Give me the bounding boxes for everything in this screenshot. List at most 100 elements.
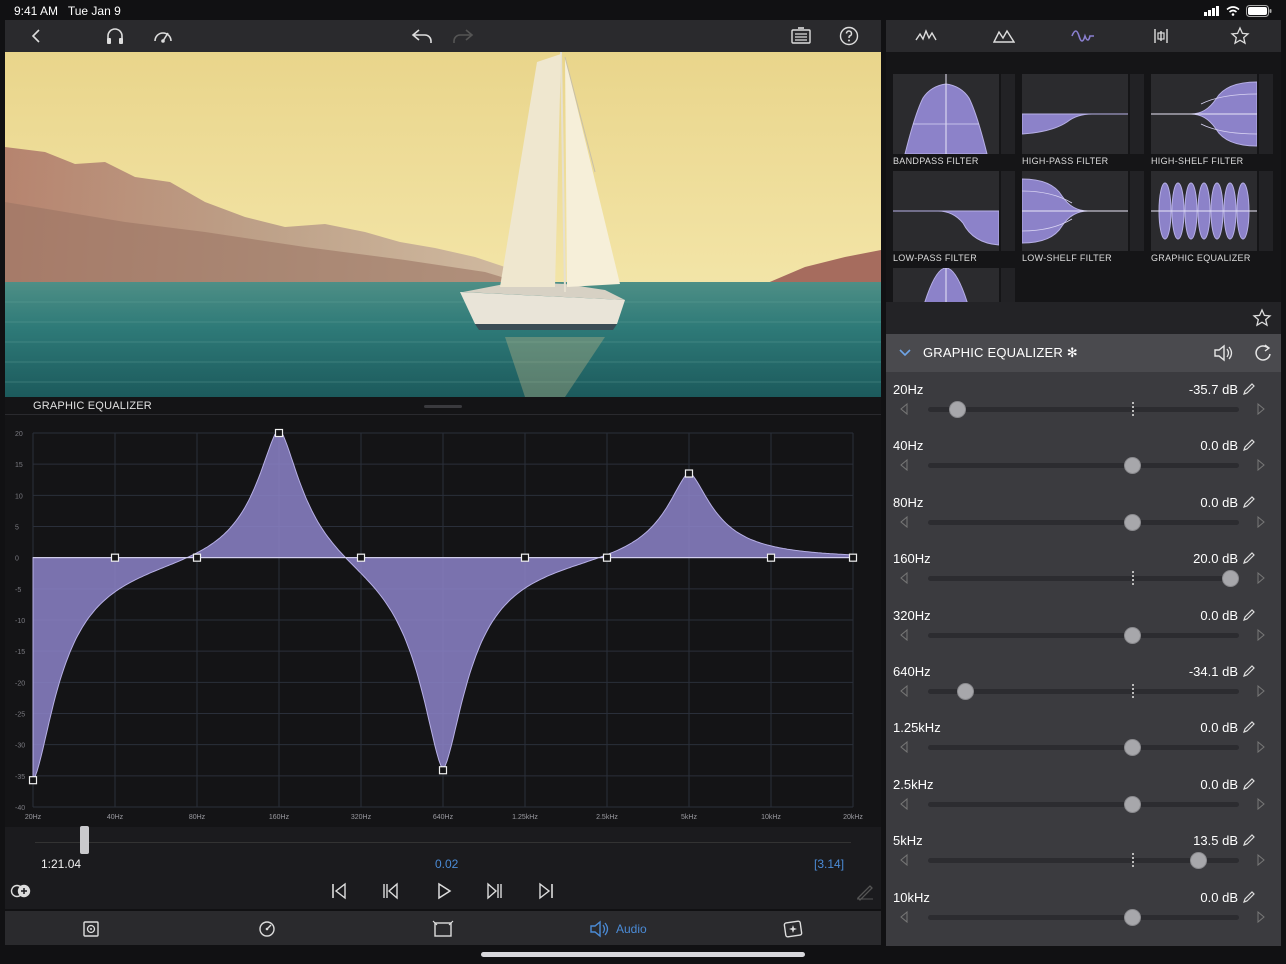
decrement-arrow-icon[interactable] bbox=[898, 515, 910, 529]
effects-tool-icon[interactable] bbox=[782, 918, 804, 940]
edit-pencil-icon[interactable] bbox=[1242, 382, 1256, 396]
band-slider-knob[interactable] bbox=[1124, 457, 1141, 475]
band-handle[interactable] bbox=[766, 553, 776, 562]
preset-high-pass[interactable]: HIGH-PASS FILTER bbox=[1022, 74, 1145, 169]
band-slider-knob[interactable] bbox=[1190, 852, 1208, 870]
back-chevron-icon[interactable] bbox=[25, 25, 47, 47]
band-slider-track[interactable] bbox=[928, 801, 1239, 807]
increment-arrow-icon[interactable] bbox=[1255, 740, 1267, 754]
crop-tool-icon[interactable] bbox=[432, 918, 454, 940]
add-favorite-star-icon[interactable] bbox=[1252, 308, 1272, 328]
band-slider-track[interactable] bbox=[928, 576, 1239, 582]
band-slider-track[interactable] bbox=[928, 914, 1239, 920]
increment-arrow-icon[interactable] bbox=[1255, 910, 1267, 924]
video-viewer[interactable] bbox=[5, 52, 881, 397]
band-slider-knob[interactable] bbox=[1222, 570, 1239, 588]
band-handle[interactable] bbox=[28, 776, 38, 785]
trim-pen-icon[interactable] bbox=[854, 880, 876, 902]
band-handle[interactable] bbox=[438, 766, 448, 775]
decrement-arrow-icon[interactable] bbox=[898, 458, 910, 472]
band-slider-knob[interactable] bbox=[1124, 739, 1141, 757]
band-slider-track[interactable] bbox=[928, 463, 1239, 469]
timeline-track[interactable] bbox=[35, 837, 851, 843]
effect-mute-speaker-icon[interactable] bbox=[1212, 343, 1236, 363]
band-handle[interactable] bbox=[602, 553, 612, 562]
eq-curve-icon[interactable] bbox=[1070, 25, 1096, 47]
decrement-arrow-icon[interactable] bbox=[898, 402, 910, 416]
band-handle[interactable] bbox=[356, 553, 366, 562]
band-slider-knob[interactable] bbox=[1124, 908, 1141, 926]
band-handle[interactable] bbox=[192, 553, 202, 562]
edit-pencil-icon[interactable] bbox=[1242, 833, 1256, 847]
panel-resize-handle[interactable] bbox=[424, 405, 462, 408]
edit-pencil-icon[interactable] bbox=[1242, 664, 1256, 678]
peaks-icon[interactable] bbox=[991, 25, 1017, 47]
decrement-arrow-icon[interactable] bbox=[898, 628, 910, 642]
preset-low-shelf[interactable]: LOW-SHELF FILTER bbox=[1022, 171, 1145, 266]
increment-arrow-icon[interactable] bbox=[1255, 402, 1267, 416]
increment-arrow-icon[interactable] bbox=[1255, 797, 1267, 811]
decrement-arrow-icon[interactable] bbox=[898, 571, 910, 585]
decrement-arrow-icon[interactable] bbox=[898, 853, 910, 867]
skip-to-start-icon[interactable] bbox=[328, 880, 350, 902]
band-handle[interactable] bbox=[274, 428, 284, 438]
play-icon[interactable] bbox=[433, 880, 455, 902]
band-slider-knob[interactable] bbox=[949, 401, 967, 418]
band-slider-knob[interactable] bbox=[1124, 513, 1141, 531]
eq-curve-chart[interactable]: 20 15 10 5 0 -5 -10 -15 -20 -25 -30 -35 -4020Hz 40Hz 8… bbox=[5, 397, 881, 827]
band-handle[interactable] bbox=[110, 553, 120, 562]
undo-icon[interactable] bbox=[411, 25, 433, 47]
compressor-icon[interactable] bbox=[1148, 25, 1174, 47]
step-forward-icon[interactable] bbox=[484, 880, 506, 902]
skip-to-end-icon[interactable] bbox=[535, 880, 557, 902]
increment-arrow-icon[interactable] bbox=[1255, 628, 1267, 642]
band-slider-track[interactable] bbox=[928, 632, 1239, 638]
headphones-icon[interactable] bbox=[104, 25, 126, 47]
decrement-arrow-icon[interactable] bbox=[898, 740, 910, 754]
decrement-arrow-icon[interactable] bbox=[898, 797, 910, 811]
preset-partial[interactable] bbox=[893, 268, 1016, 302]
audio-meter-toggle[interactable] bbox=[10, 880, 32, 902]
preset-low-pass[interactable]: LOW-PASS FILTER bbox=[893, 171, 1016, 266]
increment-arrow-icon[interactable] bbox=[1255, 571, 1267, 585]
band-slider-track[interactable] bbox=[928, 407, 1239, 412]
edit-pencil-icon[interactable] bbox=[1242, 551, 1256, 565]
band-slider-knob[interactable] bbox=[1124, 795, 1141, 813]
band-handle[interactable] bbox=[848, 553, 858, 562]
preset-high-shelf[interactable]: HIGH-SHELF FILTER bbox=[1151, 74, 1274, 169]
band-slider-track[interactable] bbox=[928, 519, 1239, 525]
effect-header[interactable]: GRAPHIC EQUALIZER ✻ bbox=[886, 334, 1281, 372]
decrement-arrow-icon[interactable] bbox=[898, 684, 910, 698]
audio-tab[interactable]: Audio bbox=[588, 918, 647, 940]
waveform-icon[interactable] bbox=[913, 25, 939, 47]
band-slider-track[interactable] bbox=[928, 745, 1239, 751]
decrement-arrow-icon[interactable] bbox=[898, 910, 910, 924]
playhead[interactable] bbox=[79, 826, 89, 854]
edit-pencil-icon[interactable] bbox=[1242, 495, 1256, 509]
speed-gauge-icon[interactable] bbox=[152, 25, 174, 47]
edit-pencil-icon[interactable] bbox=[1242, 438, 1256, 452]
increment-arrow-icon[interactable] bbox=[1255, 684, 1267, 698]
edit-pencil-icon[interactable] bbox=[1242, 720, 1256, 734]
band-slider-track[interactable] bbox=[928, 689, 1239, 694]
collapse-chevron-icon[interactable] bbox=[898, 348, 912, 358]
timeline[interactable]: 1:21.04 0.02 [3.14] bbox=[5, 826, 881, 909]
preset-graphic-equalizer[interactable]: GRAPHIC EQUALIZER bbox=[1151, 171, 1274, 266]
increment-arrow-icon[interactable] bbox=[1255, 458, 1267, 472]
help-icon[interactable] bbox=[838, 25, 860, 47]
step-back-icon[interactable] bbox=[379, 880, 401, 902]
band-handle[interactable] bbox=[684, 469, 694, 478]
inspector-icon[interactable] bbox=[790, 25, 812, 47]
transform-tool-icon[interactable] bbox=[81, 918, 101, 940]
band-slider-knob[interactable] bbox=[956, 683, 974, 700]
favorites-star-icon[interactable] bbox=[1227, 25, 1253, 47]
edit-pencil-icon[interactable] bbox=[1242, 777, 1256, 791]
increment-arrow-icon[interactable] bbox=[1255, 853, 1267, 867]
preset-bandpass[interactable]: BANDPASS FILTER bbox=[893, 74, 1016, 169]
speed-tool-icon[interactable] bbox=[257, 918, 277, 940]
band-slider-knob[interactable] bbox=[1124, 626, 1141, 644]
increment-arrow-icon[interactable] bbox=[1255, 515, 1267, 529]
redo-icon[interactable] bbox=[452, 25, 474, 47]
band-handle[interactable] bbox=[520, 553, 530, 562]
edit-pencil-icon[interactable] bbox=[1242, 890, 1256, 904]
